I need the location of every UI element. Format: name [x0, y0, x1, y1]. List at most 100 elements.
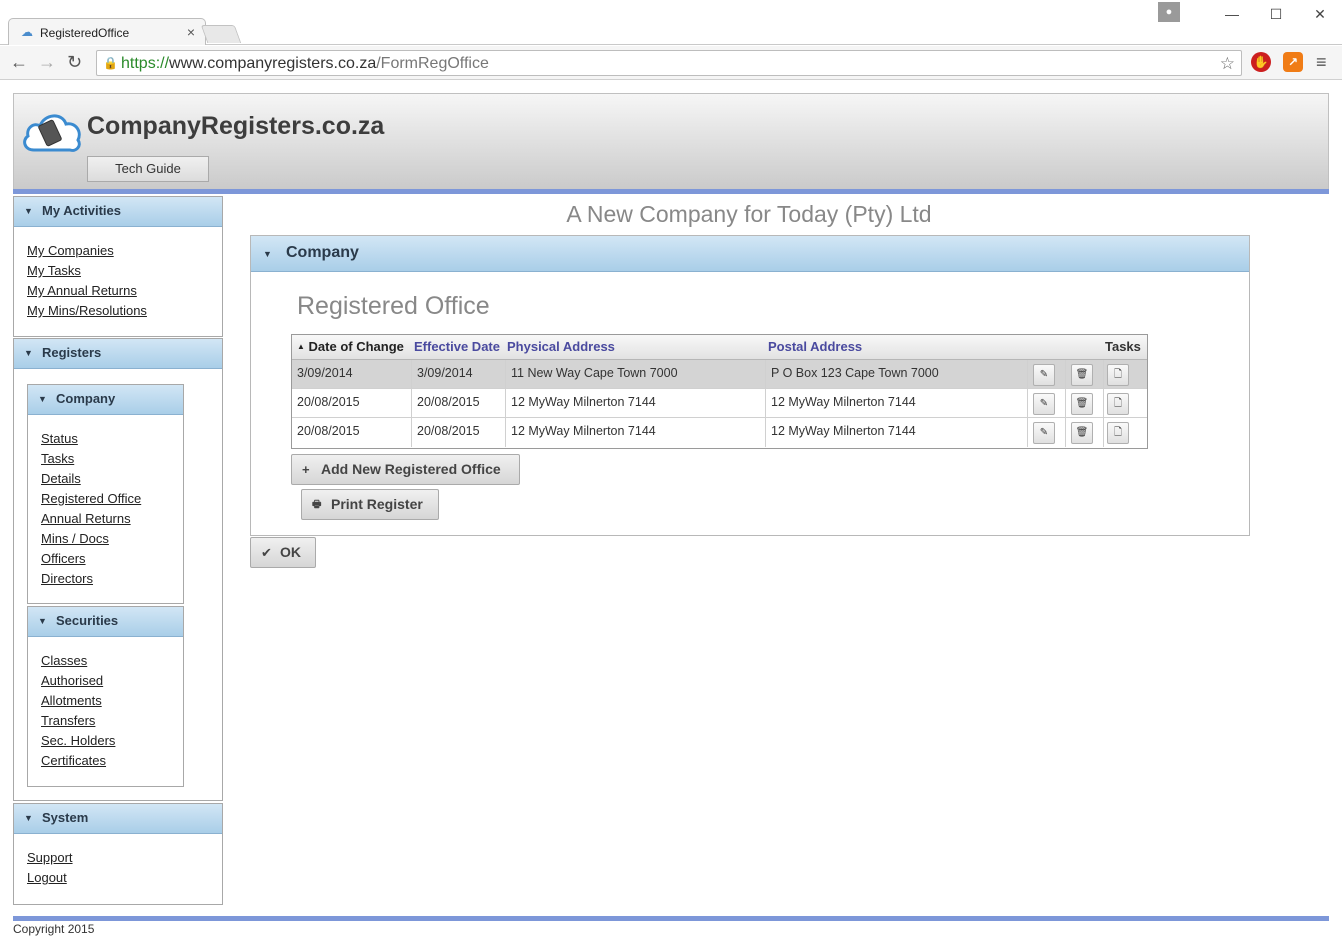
column-effective-date[interactable]: Effective Date — [414, 339, 500, 354]
maximize-icon[interactable]: ☐ — [1254, 0, 1298, 30]
checkmark-icon: ✔ — [261, 545, 272, 560]
minimize-icon[interactable]: — — [1210, 0, 1254, 30]
caret-down-icon: ▼ — [263, 249, 272, 259]
forward-arrow-icon[interactable]: → — [38, 52, 56, 73]
window-close-icon[interactable]: ✕ — [1298, 0, 1342, 30]
column-postal-address[interactable]: Postal Address — [768, 339, 862, 354]
company-subpanel: ▼ Company Status Tasks Details Registere… — [27, 384, 184, 604]
link-mins-docs[interactable]: Mins / Docs — [41, 529, 183, 549]
sort-asc-icon: ▲ — [297, 342, 305, 351]
tab-close-icon[interactable]: × — [187, 24, 195, 40]
cell-date-of-change: 20/08/2015 — [292, 418, 412, 447]
panel-title: Company — [56, 391, 116, 406]
panel-title: Registers — [42, 345, 102, 360]
ok-button[interactable]: ✔ OK — [250, 537, 316, 568]
link-my-tasks[interactable]: My Tasks — [27, 261, 222, 281]
cell-edit: ✎ — [1028, 418, 1066, 447]
cell-document: 🗋 — [1104, 389, 1148, 418]
link-logout[interactable]: Logout — [27, 868, 222, 888]
registers-panel: ▼ Registers ▼ Company Status Tasks Detai… — [13, 338, 223, 801]
add-registered-office-button[interactable]: + Add New Registered Office — [291, 454, 520, 485]
site-title: CompanyRegisters.co.za — [87, 112, 385, 140]
table-row[interactable]: 20/08/2015 20/08/2015 12 MyWay Milnerton… — [292, 389, 1147, 418]
document-icon[interactable]: 🗋 — [1107, 364, 1129, 386]
edit-pencil-icon[interactable]: ✎ — [1033, 364, 1055, 386]
delete-trash-icon[interactable]: 🗑 — [1071, 422, 1093, 444]
edit-pencil-icon[interactable]: ✎ — [1033, 393, 1055, 415]
securities-subpanel-header[interactable]: ▼ Securities — [28, 607, 183, 637]
delete-trash-icon[interactable]: 🗑 — [1071, 393, 1093, 415]
url-text: https://www.companyregisters.co.za/FormR… — [121, 55, 489, 72]
back-arrow-icon[interactable]: ← — [10, 52, 28, 73]
cell-effective-date: 20/08/2015 — [412, 418, 506, 447]
cell-postal-address: P O Box 123 Cape Town 7000 — [766, 360, 1028, 389]
document-icon[interactable]: 🗋 — [1107, 393, 1129, 415]
caret-down-icon: ▼ — [24, 348, 33, 358]
link-my-mins-resolutions[interactable]: My Mins/Resolutions — [27, 301, 222, 321]
lock-icon: 🔒 — [103, 56, 118, 70]
browser-menu-icon[interactable]: ≡ — [1316, 52, 1327, 73]
system-header[interactable]: ▼ System — [14, 804, 222, 834]
new-tab-button[interactable] — [200, 25, 242, 43]
cell-document: 🗋 — [1104, 418, 1148, 447]
grid-header: ▲ Date of Change Effective Date Physical… — [292, 335, 1147, 360]
company-main-panel: ▼ Company Registered Office ▲ Date of Ch… — [250, 235, 1250, 536]
link-officers[interactable]: Officers — [41, 549, 183, 569]
registers-header[interactable]: ▼ Registers — [14, 339, 222, 369]
cell-delete: 🗑 — [1066, 418, 1104, 447]
link-my-companies[interactable]: My Companies — [27, 241, 222, 261]
cell-postal-address: 12 MyWay Milnerton 7144 — [766, 418, 1028, 447]
link-details[interactable]: Details — [41, 469, 183, 489]
link-annual-returns[interactable]: Annual Returns — [41, 509, 183, 529]
my-activities-header[interactable]: ▼ My Activities — [14, 197, 222, 227]
window-controls: ● — ☐ ✕ — [1158, 0, 1342, 30]
system-panel: ▼ System Support Logout — [13, 803, 223, 905]
link-certificates[interactable]: Certificates — [41, 751, 183, 771]
link-registered-office[interactable]: Registered Office — [41, 489, 183, 509]
cell-physical-address: 12 MyWay Milnerton 7144 — [506, 418, 766, 447]
link-tasks[interactable]: Tasks — [41, 449, 183, 469]
table-row[interactable]: 20/08/2015 20/08/2015 12 MyWay Milnerton… — [292, 418, 1147, 447]
link-transfers[interactable]: Transfers — [41, 711, 183, 731]
button-label: Print Register — [331, 496, 423, 512]
button-label: OK — [280, 544, 301, 560]
link-allotments[interactable]: Allotments — [41, 691, 183, 711]
footer-accent-bar — [13, 916, 1329, 921]
extension-stop-icon[interactable]: ✋ — [1251, 52, 1271, 72]
reload-icon[interactable]: ↻ — [67, 52, 82, 73]
link-classes[interactable]: Classes — [41, 651, 183, 671]
link-sec-holders[interactable]: Sec. Holders — [41, 731, 183, 751]
column-date-of-change[interactable]: ▲ Date of Change — [297, 339, 404, 354]
link-support[interactable]: Support — [27, 848, 222, 868]
edit-pencil-icon[interactable]: ✎ — [1033, 422, 1055, 444]
column-physical-address[interactable]: Physical Address — [507, 339, 615, 354]
registered-office-grid: ▲ Date of Change Effective Date Physical… — [291, 334, 1148, 449]
cell-postal-address: 12 MyWay Milnerton 7144 — [766, 389, 1028, 418]
link-status[interactable]: Status — [41, 429, 183, 449]
document-icon[interactable]: 🗋 — [1107, 422, 1129, 444]
caret-down-icon: ▼ — [24, 206, 33, 216]
browser-tab[interactable]: ☁ RegisteredOffice × — [8, 18, 206, 45]
table-row[interactable]: 3/09/2014 3/09/2014 11 New Way Cape Town… — [292, 360, 1147, 389]
profile-icon[interactable]: ● — [1158, 2, 1180, 22]
securities-subpanel: ▼ Securities Classes Authorised Allotmen… — [27, 606, 184, 787]
plus-icon: + — [302, 462, 310, 477]
link-authorised[interactable]: Authorised — [41, 671, 183, 691]
header-accent-bar — [13, 189, 1329, 194]
printer-icon: 🖶 — [312, 499, 322, 510]
cell-document: 🗋 — [1104, 360, 1148, 389]
cell-effective-date: 3/09/2014 — [412, 360, 506, 389]
company-panel-header[interactable]: ▼ Company — [251, 236, 1249, 272]
extension-chart-icon[interactable]: ↗ — [1283, 52, 1303, 72]
link-my-annual-returns[interactable]: My Annual Returns — [27, 281, 222, 301]
tech-guide-button[interactable]: Tech Guide — [87, 156, 209, 182]
column-tasks: Tasks — [1105, 339, 1141, 354]
cell-physical-address: 12 MyWay Milnerton 7144 — [506, 389, 766, 418]
print-register-button[interactable]: 🖶 Print Register — [301, 489, 439, 520]
browser-titlebar: ☁ RegisteredOffice × ● — ☐ ✕ — [0, 0, 1342, 45]
link-directors[interactable]: Directors — [41, 569, 183, 589]
company-subpanel-header[interactable]: ▼ Company — [28, 385, 183, 415]
address-bar[interactable]: 🔒 https://www.companyregisters.co.za/For… — [96, 50, 1242, 76]
bookmark-star-icon[interactable]: ☆ — [1220, 54, 1235, 74]
delete-trash-icon[interactable]: 🗑 — [1071, 364, 1093, 386]
